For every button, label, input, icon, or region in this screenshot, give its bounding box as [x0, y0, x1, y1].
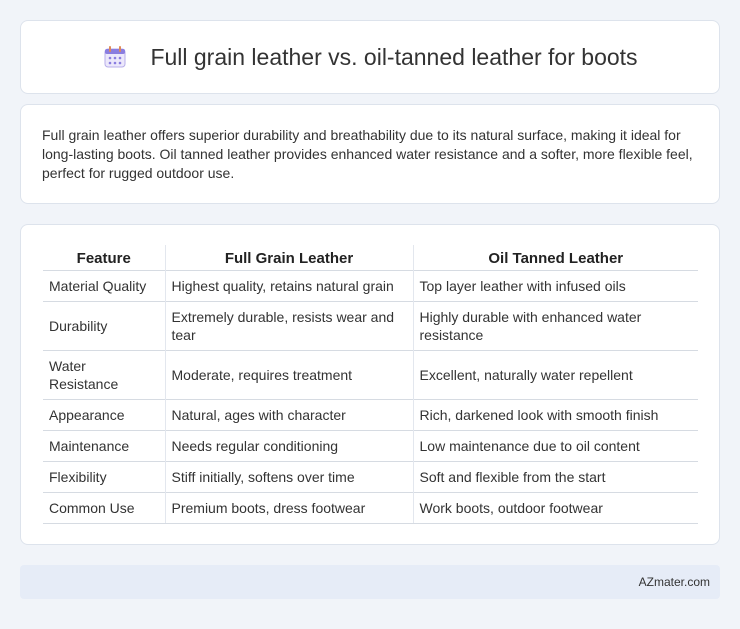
summary-card: Full grain leather offers superior durab…: [20, 104, 720, 204]
table-row: Appearance Natural, ages with character …: [43, 399, 698, 431]
comparison-table: Feature Full Grain Leather Oil Tanned Le…: [43, 245, 698, 524]
table-row: Maintenance Needs regular conditioning L…: [43, 430, 698, 462]
oil-tanned-cell: Low maintenance due to oil content: [412, 430, 698, 462]
footer-site-link[interactable]: AZmater.com: [639, 575, 710, 589]
table-row: Common Use Premium boots, dress footwear…: [43, 492, 698, 524]
title-card: Full grain leather vs. oil-tanned leathe…: [20, 20, 720, 94]
oil-tanned-cell: Top layer leather with infused oils: [412, 270, 698, 302]
comparison-card: Feature Full Grain Leather Oil Tanned Le…: [20, 224, 720, 545]
feature-cell: Appearance: [43, 399, 165, 431]
table-row: Material Quality Highest quality, retain…: [43, 270, 698, 302]
feature-cell: Flexibility: [43, 461, 165, 493]
full-grain-cell: Stiff initially, softens over time: [164, 461, 413, 493]
oil-tanned-cell: Excellent, naturally water repellent: [412, 350, 698, 400]
full-grain-cell: Natural, ages with character: [164, 399, 413, 431]
header-oil-tanned: Oil Tanned Leather: [412, 245, 698, 271]
feature-cell: Material Quality: [43, 270, 165, 302]
table-header-row: Feature Full Grain Leather Oil Tanned Le…: [43, 245, 698, 271]
oil-tanned-cell: Work boots, outdoor footwear: [412, 492, 698, 524]
full-grain-cell: Extremely durable, resists wear and tear: [164, 301, 413, 351]
oil-tanned-cell: Soft and flexible from the start: [412, 461, 698, 493]
oil-tanned-cell: Highly durable with enhanced water resis…: [412, 301, 698, 351]
full-grain-cell: Needs regular conditioning: [164, 430, 413, 462]
summary-text: Full grain leather offers superior durab…: [42, 127, 693, 181]
feature-cell: Water Resistance: [43, 350, 165, 400]
footer: AZmater.com: [20, 565, 720, 599]
oil-tanned-cell: Rich, darkened look with smooth finish: [412, 399, 698, 431]
table-row: Flexibility Stiff initially, softens ove…: [43, 461, 698, 493]
full-grain-cell: Premium boots, dress footwear: [164, 492, 413, 524]
header-feature: Feature: [76, 250, 131, 267]
header-full-grain: Full Grain Leather: [164, 245, 413, 271]
table-row: Water Resistance Moderate, requires trea…: [43, 350, 698, 400]
feature-cell: Common Use: [43, 492, 165, 524]
page-title: Full grain leather vs. oil-tanned leathe…: [150, 43, 638, 70]
feature-cell: Maintenance: [43, 430, 165, 462]
table-row: Durability Extremely durable, resists we…: [43, 301, 698, 351]
full-grain-cell: Moderate, requires treatment: [164, 350, 413, 400]
calendar-icon: [102, 44, 128, 70]
feature-cell: Durability: [43, 301, 165, 351]
full-grain-cell: Highest quality, retains natural grain: [164, 270, 413, 302]
